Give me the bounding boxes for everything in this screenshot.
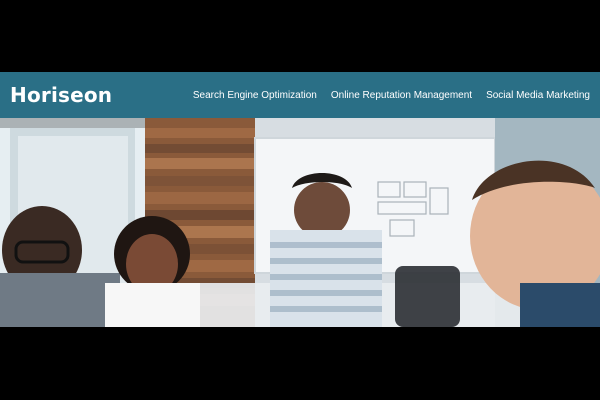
site-header: Horiseon Search Engine Optimization Onli… bbox=[0, 72, 600, 118]
main-nav: Search Engine Optimization Online Reputa… bbox=[193, 90, 590, 101]
letterbox-bottom bbox=[0, 327, 600, 400]
letterbox-top bbox=[0, 0, 600, 72]
website: Horiseon Search Engine Optimization Onli… bbox=[0, 72, 600, 327]
hero-image bbox=[0, 118, 600, 327]
hero-illustration bbox=[0, 118, 600, 327]
nav-link-search-engine-optimization[interactable]: Search Engine Optimization bbox=[193, 90, 317, 101]
site-logo[interactable]: Horiseon bbox=[10, 83, 112, 107]
nav-link-social-media-marketing[interactable]: Social Media Marketing bbox=[486, 90, 590, 101]
nav-link-online-reputation-management[interactable]: Online Reputation Management bbox=[331, 90, 472, 101]
